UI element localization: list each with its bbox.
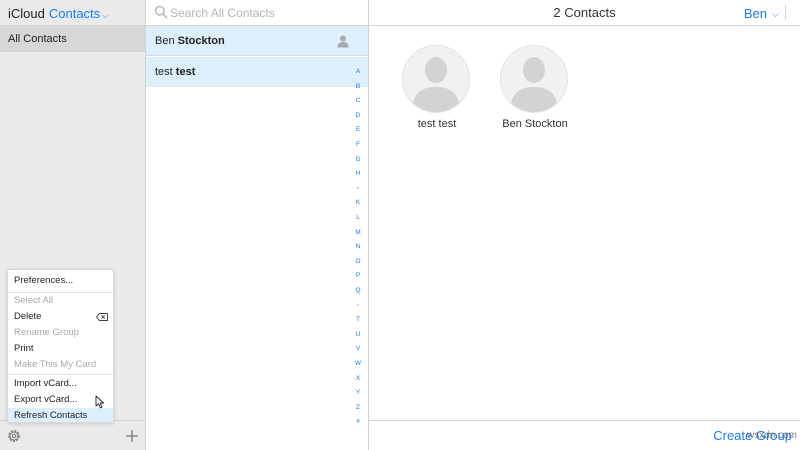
contact-row[interactable]: Ben Stockton [146,26,368,56]
person-placeholder-icon [412,57,460,112]
delete-key-icon [96,313,108,321]
group-label: All Contacts [8,33,67,45]
index-letter[interactable]: Z [352,404,364,412]
index-letter[interactable]: H [352,170,364,178]
menu-item-label: Delete [14,311,42,322]
menu-item-select-all: Select All [14,295,54,306]
divider [785,5,786,20]
contact-last-name: test [175,66,196,78]
index-letter[interactable]: L [352,214,364,222]
icloud-label: iCloud [8,6,45,21]
my-card-person-icon [337,35,349,48]
index-letter[interactable]: F [352,141,364,149]
watermark: wsxdn.com [746,430,797,441]
account-menu-button[interactable]: Ben [744,6,767,21]
index-letter[interactable]: D [352,112,364,120]
index-letter[interactable]: G [352,156,364,164]
index-letter[interactable]: W [352,360,364,368]
index-letter[interactable]: P [352,272,364,280]
index-letter[interactable]: X [352,375,364,383]
index-letter[interactable]: B [352,83,364,91]
index-letter[interactable]: M [352,229,364,237]
menu-item-rename-group: Rename Group [14,327,79,338]
contacts-count-title: 2 Contacts [553,5,616,20]
index-letter[interactable]: V [352,345,364,353]
contact-card-name: Ben Stockton [502,118,568,130]
menu-item-refresh-contacts[interactable]: Refresh Contacts [8,408,113,422]
menu-item-import-vcard[interactable]: Import vCard... [8,376,113,391]
list-empty-area [146,87,368,450]
chevron-down-icon[interactable]: ⌵ [102,11,108,20]
index-letter[interactable]: U [352,331,364,339]
menu-item-make-this-my-card: Make This My Card [14,359,97,370]
gear-icon [8,430,20,442]
contacts-list-pane: Ben Stockton test test [146,0,369,450]
index-dot[interactable]: • [352,185,364,193]
contact-detail-pane: 2 Contacts Ben ⌵ test test Ben Stockton … [369,0,800,450]
search-input[interactable] [170,4,360,21]
index-letter[interactable]: A [352,68,364,76]
avatar [402,45,470,113]
index-letter[interactable]: T [352,316,364,324]
menu-item-delete[interactable]: Delete [8,309,113,324]
contact-row[interactable]: test test [146,57,368,87]
divider [369,420,800,421]
person-placeholder-icon [510,57,558,112]
index-letter[interactable]: O [352,258,364,266]
index-letter[interactable]: Y [352,389,364,397]
index-letter[interactable]: # [352,418,364,426]
search-bar [146,0,368,25]
mouse-cursor-icon [95,395,105,409]
index-letter[interactable]: N [352,243,364,251]
settings-button[interactable] [6,428,22,444]
chevron-down-icon[interactable]: ⌵ [772,6,779,22]
contact-first-name: test [155,66,173,78]
contact-last-name: Stockton [177,35,225,47]
menu-item-preferences[interactable]: Preferences... [8,273,113,288]
divider [369,25,800,26]
index-letter[interactable]: C [352,97,364,105]
plus-icon [126,430,138,442]
add-contact-button[interactable] [124,428,140,444]
menu-separator [8,374,113,375]
index-letter[interactable]: Q [352,287,364,295]
contact-first-name: Ben [155,35,175,47]
app-switcher-label[interactable]: Contacts [49,6,100,21]
search-icon [154,5,168,19]
menu-item-print[interactable]: Print [8,341,113,356]
index-letter[interactable]: E [352,126,364,134]
avatar [500,45,568,113]
index-letter[interactable]: K [352,199,364,207]
app-title[interactable]: iCloud Contacts ⌵ [8,6,108,21]
group-all-contacts[interactable]: All Contacts [0,26,145,52]
index-dot[interactable]: • [352,302,364,310]
